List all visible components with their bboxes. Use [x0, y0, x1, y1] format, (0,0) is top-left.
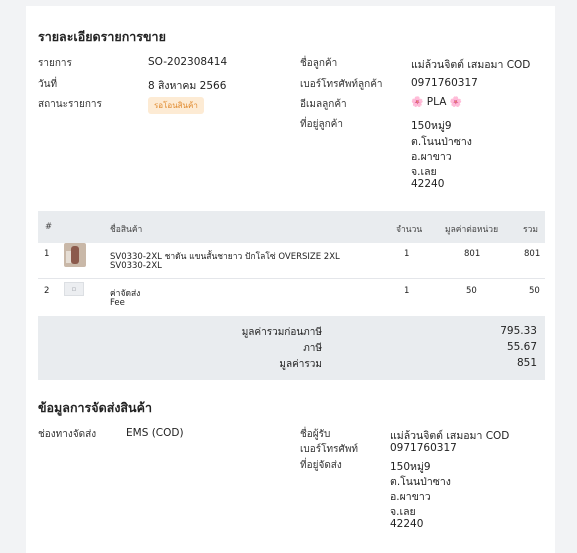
subtotal-value: 795.33 [500, 325, 537, 337]
order-no-value: SO-202308414 [148, 56, 228, 68]
customer-address-line: 150หมู่9 [411, 120, 452, 132]
flower-icon: 🌸 [449, 97, 463, 108]
tax-label: ภาษี [303, 343, 322, 354]
row-qty: 1 [404, 249, 410, 259]
subtotal-label: มูลค่ารวมก่อนภาษี [241, 327, 322, 338]
product-sku: SV0330-2XL [110, 261, 162, 271]
shipping-phone-value: 0971760317 [390, 442, 457, 454]
col-unit-price-header: มูลค่าต่อหน่วย [445, 225, 499, 235]
shipping-channel-label: ช่องทางจัดส่ง [38, 429, 97, 440]
col-product-header: ชื่อสินค้า [110, 225, 143, 235]
col-index-header: # [45, 222, 53, 232]
grand-total-value: 851 [516, 357, 537, 369]
shipping-section-title: ข้อมูลการจัดส่งสินค้า [38, 400, 152, 415]
image-placeholder-icon: ▫ [64, 282, 84, 296]
row-unit-price: 50 [466, 286, 477, 296]
customer-name-value: แม่ล้วนจิตต์ เสมอมา COD [411, 59, 531, 71]
order-status-label: สถานะรายการ [38, 99, 102, 110]
customer-address-label: ที่อยู่ลูกค้า [300, 119, 343, 130]
col-total-header: รวม [523, 225, 538, 235]
order-detail-card: รายละเอียดรายการขาย รายการ SO-202308414 … [26, 6, 555, 553]
row-total: 801 [524, 249, 541, 259]
order-date-value: 8 สิงหาคม 2566 [148, 80, 227, 92]
shipping-phone-label: เบอร์โทรศัพท์ [300, 444, 359, 455]
customer-email-text: PLA [426, 96, 447, 108]
row-index: 2 [44, 286, 50, 296]
tax-value: 55.67 [506, 341, 537, 353]
order-no-label: รายการ [38, 58, 72, 69]
shipping-channel-value: EMS (COD) [126, 427, 184, 439]
product-thumbnail[interactable] [64, 243, 86, 267]
order-date-label: วันที่ [38, 79, 58, 90]
row-unit-price: 801 [464, 249, 481, 259]
flower-icon: 🌸 [411, 97, 424, 108]
col-qty-header: จำนวน [396, 225, 423, 235]
customer-phone-label: เบอร์โทรศัพท์ลูกค้า [300, 79, 383, 90]
row-total: 50 [529, 286, 540, 296]
product-sku: Fee [110, 298, 125, 308]
shipping-address-label: ที่อยู่จัดส่ง [300, 460, 342, 471]
recipient-label: ชื่อผู้รับ [300, 429, 331, 440]
customer-email-label: อีเมลลูกค้า [300, 99, 347, 110]
customer-name-label: ชื่อลูกค้า [300, 58, 338, 69]
order-section-title: รายละเอียดรายการขาย [38, 29, 166, 44]
shipping-address-line: 42240 [390, 518, 424, 530]
customer-phone-value: 0971760317 [411, 77, 478, 89]
row-index: 1 [44, 249, 50, 259]
row-divider [38, 278, 545, 279]
row-qty: 1 [404, 286, 410, 296]
status-badge: รอโอนสินค้า [148, 97, 204, 114]
grand-total-label: มูลค่ารวม [279, 359, 322, 370]
customer-email-value: 🌸 PLA 🌸 [411, 96, 462, 108]
customer-address-line: 42240 [411, 178, 445, 190]
